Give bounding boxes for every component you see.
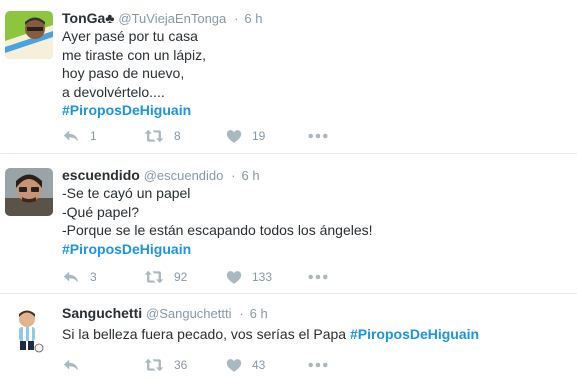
- user-handle[interactable]: @TuViejaEnTonga: [118, 11, 226, 26]
- tweet-header: TonGa♣ @TuViejaEnTonga · 6 h: [62, 9, 262, 28]
- reply-count: 3: [90, 270, 97, 284]
- retweet-icon: [144, 128, 164, 144]
- user-handle[interactable]: @Sanguchettti: [146, 306, 231, 321]
- more-button[interactable]: [308, 133, 390, 139]
- retweet-count: 92: [174, 270, 188, 284]
- timestamp[interactable]: 6 h: [250, 306, 268, 321]
- hashtag-link[interactable]: #PiroposDeHiguain: [62, 240, 562, 259]
- tweet-actions: 1 8 19: [62, 126, 390, 146]
- text-line: me tiraste con un lápiz,: [62, 46, 206, 63]
- user-name[interactable]: Sanguchetti: [62, 305, 142, 321]
- separator-dot: ·: [239, 306, 244, 321]
- separator-dot: ·: [231, 168, 236, 183]
- user-handle[interactable]: @escuendido: [144, 168, 224, 183]
- retweet-button[interactable]: 36: [144, 357, 226, 373]
- more-button[interactable]: [308, 274, 390, 280]
- retweet-button[interactable]: 8: [144, 128, 226, 144]
- tweet-3[interactable]: Sanguchetti @Sanguchettti · 6 h Si la be…: [0, 294, 577, 382]
- tweet-1[interactable]: TonGa♣ @TuViejaEnTonga · 6 h Ayer pasé p…: [0, 0, 577, 154]
- tweet-actions: 3 92 133: [62, 267, 390, 287]
- tweet-header: escuendido @escuendido · 6 h: [62, 166, 260, 185]
- tweet-text: -Se te cayó un papel -Qué papel? -Porque…: [62, 184, 562, 258]
- text-line: -Qué papel?: [62, 203, 140, 220]
- retweet-button[interactable]: 92: [144, 269, 226, 285]
- hashtag-link[interactable]: #PiroposDeHiguain: [62, 101, 562, 120]
- like-button[interactable]: 133: [226, 270, 308, 285]
- avatar[interactable]: [5, 11, 53, 59]
- tweet-actions: 36 43: [62, 355, 390, 375]
- retweet-count: 8: [174, 129, 181, 143]
- more-icon: [308, 133, 328, 139]
- heart-icon: [226, 129, 242, 144]
- tweet-2[interactable]: escuendido @escuendido · 6 h -Se te cayó…: [0, 154, 577, 294]
- retweet-icon: [144, 269, 164, 285]
- reply-icon: [62, 127, 80, 145]
- text-line: hoy paso de nuevo,: [62, 65, 185, 81]
- like-count: 43: [252, 358, 266, 372]
- reply-button[interactable]: 1: [62, 127, 144, 145]
- more-icon: [308, 274, 328, 280]
- text-line: -Porque se le están escapando todos los …: [62, 222, 373, 238]
- reply-button[interactable]: 3: [62, 268, 144, 286]
- text-line: -Se te cayó un papel: [62, 185, 191, 201]
- retweet-count: 36: [174, 358, 188, 372]
- tweet-header: Sanguchetti @Sanguchettti · 6 h: [62, 304, 268, 323]
- tweet-text: Si la belleza fuera pecado, vos serías e…: [62, 325, 562, 344]
- timestamp[interactable]: 6 h: [242, 168, 260, 183]
- like-count: 133: [252, 270, 273, 284]
- reply-icon: [62, 356, 80, 374]
- retweet-icon: [144, 357, 164, 373]
- reply-count: 1: [90, 129, 97, 143]
- separator-dot: ·: [234, 11, 239, 26]
- tweet-text: Ayer pasé por tu casa me tiraste con un …: [62, 27, 562, 120]
- like-button[interactable]: 19: [226, 129, 308, 144]
- timestamp[interactable]: 6 h: [244, 11, 262, 26]
- reply-button[interactable]: [62, 356, 144, 374]
- heart-icon: [226, 358, 242, 373]
- reply-icon: [62, 268, 80, 286]
- more-button[interactable]: [308, 362, 390, 368]
- like-button[interactable]: 43: [226, 358, 308, 373]
- avatar[interactable]: [5, 168, 53, 216]
- avatar[interactable]: [5, 306, 53, 354]
- more-icon: [308, 362, 328, 368]
- heart-icon: [226, 270, 242, 285]
- hashtag-link[interactable]: #PiroposDeHiguain: [350, 326, 479, 342]
- text-line: Ayer pasé por tu casa: [62, 28, 198, 44]
- text-line: a devolvértelo....: [62, 83, 165, 100]
- user-name[interactable]: escuendido: [62, 167, 140, 183]
- user-name[interactable]: TonGa♣: [62, 10, 114, 26]
- like-count: 19: [252, 129, 266, 143]
- text-line: Si la belleza fuera pecado, vos serías e…: [62, 326, 347, 342]
